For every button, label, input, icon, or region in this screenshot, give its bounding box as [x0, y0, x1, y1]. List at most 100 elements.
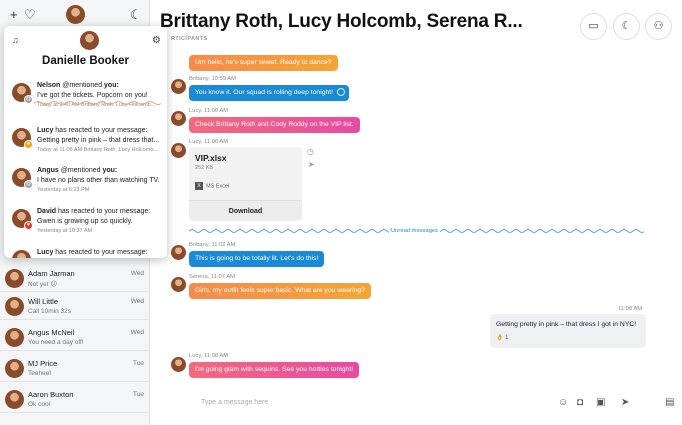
message-bubble[interactable]: You know it. Our squad is rolling deep t… — [189, 85, 350, 101]
message-bubble[interactable]: Um hello, he's super sweet. Ready to dan… — [189, 55, 338, 71]
notification-actor: Lucy — [37, 249, 54, 256]
mention-badge-icon: @ — [24, 95, 33, 104]
message-text: I'm going glam with sequins. See you hot… — [195, 366, 354, 373]
notification-target: you: — [104, 82, 119, 89]
message-text: Getting pretty in pink – that dress I go… — [496, 321, 637, 328]
contact-day: Wed — [130, 298, 144, 305]
contact-item[interactable]: Adam Jarman Not yet 😕 Wed — [0, 266, 150, 292]
avatar — [12, 250, 31, 258]
clock-icon: ◷ — [307, 147, 314, 156]
message-composer[interactable]: Type a message here — [189, 390, 644, 417]
forward-icon[interactable]: ➤ — [308, 160, 315, 169]
contact-day: Wed — [130, 329, 144, 336]
contact-day: Wed — [130, 270, 144, 277]
video-call-button[interactable]: ▭ — [580, 13, 607, 40]
contact-item[interactable]: Will Little Call 10min 32s Wed — [0, 294, 150, 320]
message-text: Girls, my outfit feels super basic. What… — [195, 287, 365, 294]
avatar — [171, 277, 186, 292]
message-meta: Brittany, 10:59 AM — [189, 76, 236, 82]
participants-label[interactable]: RTICIPANTS — [171, 36, 208, 42]
notification-message: Getting pretty in pink – that dress that… — [37, 136, 160, 144]
avatar — [80, 31, 99, 50]
phone-icon[interactable]: ☾ — [130, 7, 142, 23]
message-meta: Lucy, 11:00 AM — [189, 108, 229, 114]
notification-actor: Nelson — [37, 82, 61, 89]
avatar — [5, 269, 24, 288]
contact-item[interactable]: MJ Price Teehee! Tue — [0, 356, 150, 382]
notification-meta: Yesterday at 6:23 PM — [37, 187, 90, 193]
wavy-divider — [34, 101, 161, 105]
avatar — [5, 328, 24, 347]
contact-name: MJ Price — [28, 359, 58, 368]
emoji-icon[interactable]: ☺ — [558, 397, 568, 408]
notification-action: @mentioned — [60, 82, 105, 89]
contact-last-message: Ok cool — [28, 401, 51, 408]
notification-message: I've got the tickets. Popcorn on you! — [37, 91, 148, 99]
send-icon[interactable]: ➤ — [621, 397, 629, 408]
notification-actor: Lucy — [37, 127, 54, 134]
excel-icon: X — [195, 182, 203, 190]
message-meta: Lucy, 11:00 AM — [189, 139, 229, 145]
avatar — [5, 297, 24, 316]
message-bubble[interactable]: Check Brittany Roth and Cody Roddy on th… — [189, 117, 360, 133]
contact-name: Angus McNeil — [28, 328, 75, 337]
avatar — [5, 390, 24, 409]
chat-pane: Brittany Roth, Lucy Holcomb, Serena R...… — [151, 0, 682, 425]
notification-meta: Yesterday at 10:37 AM — [37, 228, 93, 234]
notification-action: has reacted to your message: — [53, 127, 148, 134]
add-person-icon: ⚇ — [653, 20, 664, 32]
avatar — [171, 245, 186, 260]
contact-last-message: You need a day off! — [28, 339, 84, 346]
unread-messages-label: Unread messages — [389, 228, 441, 234]
notifications-popup: ♫ ⚙ Danielle Booker @ Nelson @mentioned … — [4, 26, 167, 258]
add-participant-button[interactable]: ⚇ — [645, 13, 672, 40]
own-message-bubble[interactable]: Getting pretty in pink – that dress I go… — [490, 314, 646, 348]
plus-icon[interactable]: + — [10, 7, 18, 23]
notification-actor: David — [37, 208, 57, 215]
message-bubble[interactable]: This is going to be totally lit. Let's d… — [189, 251, 325, 267]
keyboard-icon[interactable]: ▤ — [665, 397, 674, 408]
message-meta: Lucy, 11:08 AM — [189, 353, 229, 359]
audio-call-button[interactable]: ☾ — [613, 13, 640, 40]
notification-action: has reacted to your message: — [56, 208, 151, 215]
contact-day: Tue — [133, 360, 144, 367]
profile-avatar[interactable] — [66, 5, 85, 24]
heart-badge-icon: ♥ — [24, 221, 33, 230]
bell-icon[interactable]: ♫ — [12, 35, 19, 45]
contact-day: Tue — [133, 391, 144, 398]
avatar — [171, 79, 186, 94]
contact-item[interactable]: Aaron Buxton Ok cool Tue — [0, 387, 150, 413]
message-bubble[interactable]: Girls, my outfit feels super basic. What… — [189, 283, 371, 299]
reaction-badge-icon: ★ — [24, 140, 33, 149]
notification-action: has reacted to your message: — [53, 249, 148, 256]
phone-icon: ☾ — [621, 20, 632, 32]
message-meta: Serena, 11:07 AM — [189, 274, 235, 280]
contact-last-message: Not yet 😕 — [28, 281, 58, 288]
conversation-title[interactable]: Brittany Roth, Lucy Holcomb, Serena R... — [160, 11, 523, 33]
message-input[interactable]: Type a message here — [201, 399, 268, 406]
message-meta: 11:08 AM — [618, 306, 643, 312]
notification-action: @mentioned — [58, 167, 103, 174]
message-text: Check Brittany Roth and Cody Roddy on th… — [195, 121, 354, 128]
download-button[interactable]: Download — [189, 200, 302, 221]
sticker-icon[interactable]: ◘ — [577, 397, 583, 408]
heart-icon[interactable]: ♡ — [24, 7, 36, 23]
message-text: You know it. Our squad is rolling deep t… — [195, 89, 334, 96]
video-camera-icon: ▭ — [588, 20, 599, 32]
contact-item[interactable]: Angus McNeil You need a day off! Wed — [0, 325, 150, 351]
contact-last-message: Call 10min 32s — [28, 308, 71, 315]
message-text: This is going to be totally lit. Let's d… — [195, 255, 319, 262]
file-attachment[interactable]: VIP.xlsx 252 KB X MS Excel Download — [189, 147, 302, 221]
attach-file-icon[interactable]: ▣ — [596, 397, 605, 408]
message-meta: Brittany, 11:02 AM — [189, 242, 236, 248]
notification-target: you: — [102, 167, 118, 174]
message-bubble[interactable]: I'm going glam with sequins. See you hot… — [189, 362, 360, 378]
contact-name: Will Little — [28, 297, 59, 306]
reaction-count[interactable]: 👌 1 — [496, 334, 508, 341]
avatar — [5, 359, 24, 378]
file-name: VIP.xlsx — [195, 153, 227, 163]
message-text: Um hello, he's super sweet. Ready to dan… — [195, 59, 332, 66]
mention-badge-icon: @ — [24, 180, 33, 189]
avatar — [171, 357, 186, 372]
file-type: MS Excel — [206, 183, 230, 190]
